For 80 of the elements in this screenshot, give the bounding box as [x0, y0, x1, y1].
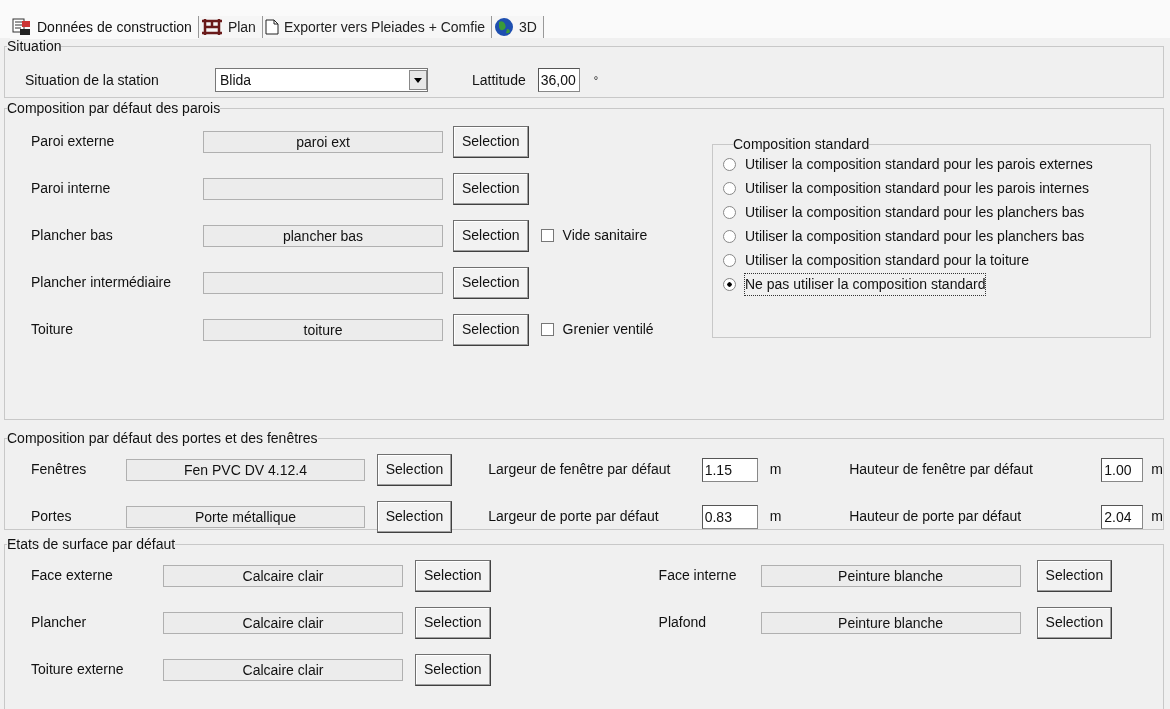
tab[interactable]: Plan: [198, 16, 263, 38]
radio-button[interactable]: [723, 253, 736, 267]
field-label: Plancher: [31, 613, 88, 632]
value-field: Fen PVC DV 4.12.4: [126, 458, 365, 481]
checkbox-label: Grenier ventilé: [562, 320, 654, 339]
group-title: Etats de surface par défaut: [7, 536, 176, 552]
field-label: Face externe: [31, 566, 114, 585]
group-title: Situation: [7, 38, 62, 54]
radio-button[interactable]: [723, 157, 736, 171]
unit-label: °: [593, 73, 599, 88]
radio-button[interactable]: [723, 181, 736, 195]
unit-label: m: [1151, 460, 1163, 479]
value-field: Calcaire clair: [163, 611, 403, 634]
unit-label: m: [769, 460, 783, 479]
selection-button[interactable]: Selection: [415, 559, 491, 592]
value-field: Peinture blanche: [760, 564, 1021, 587]
field-label: Hauteur de fenêtre par défaut: [849, 460, 1034, 479]
radio-button[interactable]: [723, 229, 736, 243]
selection-button[interactable]: Selection: [415, 606, 491, 639]
checkbox-label: Vide sanitaire: [562, 226, 648, 245]
unit-label: m: [1151, 507, 1163, 526]
radio-label: Utiliser la composition standard pour les planchers bas: [745, 202, 1085, 222]
selection-button[interactable]: Selection: [376, 500, 453, 533]
radio-button[interactable]: [723, 277, 736, 291]
selection-button[interactable]: Selection: [1036, 606, 1113, 639]
selection-button[interactable]: Selection: [453, 219, 529, 252]
field-label: Plancher bas: [31, 226, 114, 245]
unit-label: m: [769, 507, 783, 526]
radio-label: Utiliser la composition standard pour la toiture: [745, 250, 1030, 270]
selection-button[interactable]: Selection: [453, 313, 529, 346]
grid-icon: [200, 17, 223, 37]
value-field: plancher bas: [203, 224, 443, 247]
field-label: Portes: [31, 507, 73, 526]
checkbox[interactable]: [540, 229, 554, 242]
field-label: Face interne: [658, 566, 738, 585]
radio-label: Utiliser la composition standard pour les parois externes: [745, 154, 1093, 174]
field-label: Lattitude: [472, 70, 526, 90]
radio-label: Ne pas utiliser la composition standard: [745, 273, 986, 295]
radio-button[interactable]: [723, 205, 736, 219]
field-label: Toiture: [31, 320, 75, 339]
field-label: Toiture externe: [31, 660, 125, 679]
globe-icon: [494, 17, 515, 37]
station-dropdown[interactable]: Blida: [215, 68, 428, 92]
field-label: Fenêtres: [31, 460, 88, 479]
checkbox[interactable]: [540, 323, 554, 336]
radio-label: Utiliser la composition standard pour les parois internes: [745, 178, 1089, 198]
field-label: Largeur de fenêtre par défaut: [488, 460, 672, 479]
value-field: paroi ext: [203, 130, 443, 153]
field-label: Plafond: [658, 613, 708, 632]
latitude-field[interactable]: 36,00: [537, 68, 580, 92]
selection-button[interactable]: Selection: [376, 453, 453, 486]
height-field[interactable]: 2.04: [1101, 504, 1144, 529]
group-title: Composition par défaut des portes et des fenêtres: [7, 430, 318, 446]
selection-button[interactable]: Selection: [453, 266, 529, 299]
document-icon: [12, 18, 32, 36]
group-title: Composition standard: [733, 136, 870, 152]
selection-button[interactable]: Selection: [1036, 559, 1113, 592]
tab[interactable]: 3D: [492, 16, 544, 38]
selection-button[interactable]: Selection: [453, 125, 529, 158]
radio-label: Utiliser la composition standard pour les planchers bas: [745, 226, 1085, 246]
tab[interactable]: Données de construction: [10, 16, 199, 38]
group-title: Composition par défaut des parois: [7, 100, 221, 116]
field-label: Paroi externe: [31, 132, 116, 151]
value-field: Peinture blanche: [760, 611, 1021, 634]
value-field: Calcaire clair: [163, 564, 403, 587]
selection-button[interactable]: Selection: [453, 172, 529, 205]
field-label: Largeur de porte par défaut: [488, 507, 660, 526]
field-label: Situation de la station: [25, 70, 160, 90]
value-field: toiture: [203, 318, 443, 341]
page-icon: [264, 19, 279, 35]
field-label: Hauteur de porte par défaut: [849, 507, 1023, 526]
width-field[interactable]: 1.15: [701, 457, 758, 482]
selection-button[interactable]: Selection: [415, 653, 491, 686]
value-field: Porte métallique: [126, 505, 365, 528]
height-field[interactable]: 1.00: [1101, 457, 1144, 482]
value-field: Calcaire clair: [163, 658, 403, 681]
field-label: Plancher intermédiaire: [31, 273, 173, 292]
width-field[interactable]: 0.83: [701, 504, 758, 529]
tab[interactable]: Exporter vers Pleiades + Comfie: [262, 16, 493, 38]
field-label: Paroi interne: [31, 179, 112, 198]
